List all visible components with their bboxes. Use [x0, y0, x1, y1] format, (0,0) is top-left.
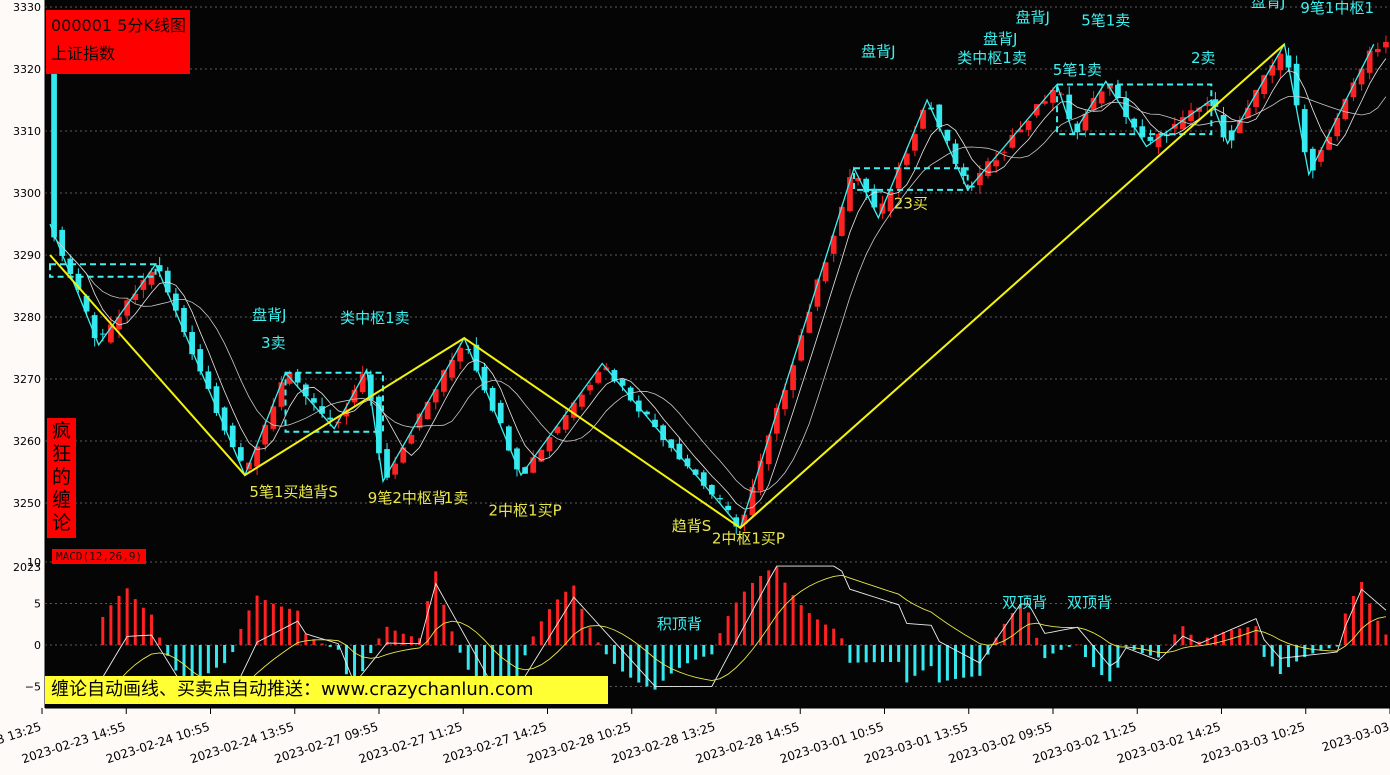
- candle-body: [327, 417, 334, 420]
- price-tick-label: 3290: [13, 249, 41, 262]
- signal-label: 类中枢1卖: [340, 309, 410, 327]
- candle-body: [1115, 84, 1121, 98]
- candle-body: [1277, 53, 1284, 71]
- candle-body: [1318, 149, 1324, 162]
- chart-code-title: 000001 5分K线图: [51, 16, 186, 35]
- signal-label: 9笔2中枢背: [368, 489, 447, 507]
- signal-label: 23买: [894, 195, 928, 213]
- signal-label: 2卖: [1191, 49, 1216, 67]
- macd-title: MACD(12,26,9): [52, 549, 147, 564]
- signal-label: 1卖: [444, 489, 469, 507]
- candle-body: [99, 333, 106, 335]
- candle-body: [278, 382, 285, 407]
- price-tick-label: 3310: [13, 125, 41, 138]
- signal-label: 类中枢1卖: [957, 49, 1027, 67]
- price-tick-label: 3250: [13, 497, 41, 510]
- price-tick-label: 3300: [13, 187, 41, 200]
- candle-body: [181, 307, 187, 333]
- candle-body: [1025, 120, 1032, 130]
- macd-signal-label: 积顶背: [657, 615, 702, 633]
- brand-vertical-label: 疯 狂 的 缠 论: [47, 418, 76, 538]
- brand-char: 狂: [51, 443, 71, 465]
- candle-body: [311, 398, 317, 403]
- brand-char: 缠: [51, 489, 71, 511]
- price-tick-label: 3330: [13, 1, 41, 14]
- signal-label: 盘背J: [1015, 9, 1049, 27]
- candle-body: [725, 505, 731, 511]
- macd-tick-label: −5: [25, 681, 41, 694]
- candle-body: [920, 109, 926, 129]
- candle-body: [717, 498, 723, 500]
- candle-body: [294, 372, 301, 383]
- signal-label: 2中枢1买P: [489, 501, 562, 519]
- candle-body: [1374, 48, 1381, 53]
- brand-char: 的: [51, 466, 71, 488]
- candle-body: [1301, 109, 1308, 153]
- candle-body: [1383, 42, 1389, 48]
- time-tick-label: 2023-03-03: [1320, 720, 1390, 755]
- price-tick-label: 3280: [13, 311, 41, 324]
- price-tick-label: 3320: [13, 63, 41, 76]
- candle-body: [1001, 151, 1008, 153]
- candle-body: [67, 258, 74, 274]
- chart-canvas: 3250 3260 3270 3280 3290 3300 3310 3320 3330 −5 0…: [0, 0, 1390, 766]
- candle-body: [1261, 75, 1267, 94]
- brand-char: 论: [51, 512, 71, 534]
- candle-body: [1358, 68, 1365, 85]
- candle-body: [993, 160, 999, 167]
- time-axis: 2023-02-23 13:252023-02-23 14:552023-02-…: [0, 707, 1390, 766]
- promo-banner[interactable]: 缠论自动画线、买卖点自动推送：www.crazychanlun.com: [45, 676, 608, 704]
- candle-body: [237, 447, 244, 461]
- brand-char: 疯: [51, 420, 71, 442]
- candle-body: [579, 394, 585, 407]
- candle-body: [59, 229, 66, 256]
- signal-label: 2中枢1买P: [712, 529, 785, 547]
- signal-label: 3卖: [261, 334, 286, 352]
- macd-top-label: 2023: [13, 561, 41, 574]
- macd-axis: −505102023: [13, 556, 41, 694]
- signal-label: 趋背S: [672, 517, 712, 535]
- candle-body: [952, 143, 959, 164]
- candle-body: [205, 371, 212, 389]
- candle-body: [530, 457, 537, 473]
- macd-signal-label: 双顶背: [1067, 594, 1112, 612]
- signal-label: 5笔1买趋背S: [249, 483, 338, 501]
- symbol-info-box: 000001 5分K线图 上证指数: [46, 10, 190, 74]
- price-tick-label: 3260: [13, 435, 41, 448]
- macd-tick-label: 5: [34, 598, 41, 611]
- signal-label: 盘背J: [983, 30, 1017, 48]
- candle-body: [1366, 50, 1373, 73]
- candle-body: [1269, 65, 1276, 76]
- candle-body: [1098, 91, 1105, 104]
- signal-label: 盘背J: [252, 306, 286, 324]
- signal-label: 盘背J: [1251, 0, 1285, 11]
- candle-body: [1082, 113, 1089, 131]
- candle-body: [912, 134, 918, 151]
- candle-body: [587, 384, 593, 391]
- macd-tick-label: 0: [34, 639, 41, 652]
- candle-body: [424, 401, 431, 420]
- price-tick-label: 3270: [13, 373, 41, 386]
- candle-body: [51, 49, 57, 238]
- macd-signal-label: 双顶背: [1002, 594, 1047, 612]
- candle-body: [408, 434, 415, 444]
- signal-label: 盘背J: [861, 43, 895, 61]
- index-name: 上证指数: [51, 44, 116, 63]
- candle-body: [392, 463, 399, 475]
- candle-body: [798, 335, 805, 361]
- candle-body: [1058, 93, 1064, 95]
- candle-body: [595, 372, 602, 383]
- candle-body: [229, 425, 236, 448]
- candle-body: [1147, 136, 1154, 141]
- signal-label: 5笔1卖: [1053, 61, 1102, 79]
- signal-label: 9笔1中枢1: [1300, 0, 1374, 17]
- signal-label: 5笔1卖: [1081, 12, 1130, 30]
